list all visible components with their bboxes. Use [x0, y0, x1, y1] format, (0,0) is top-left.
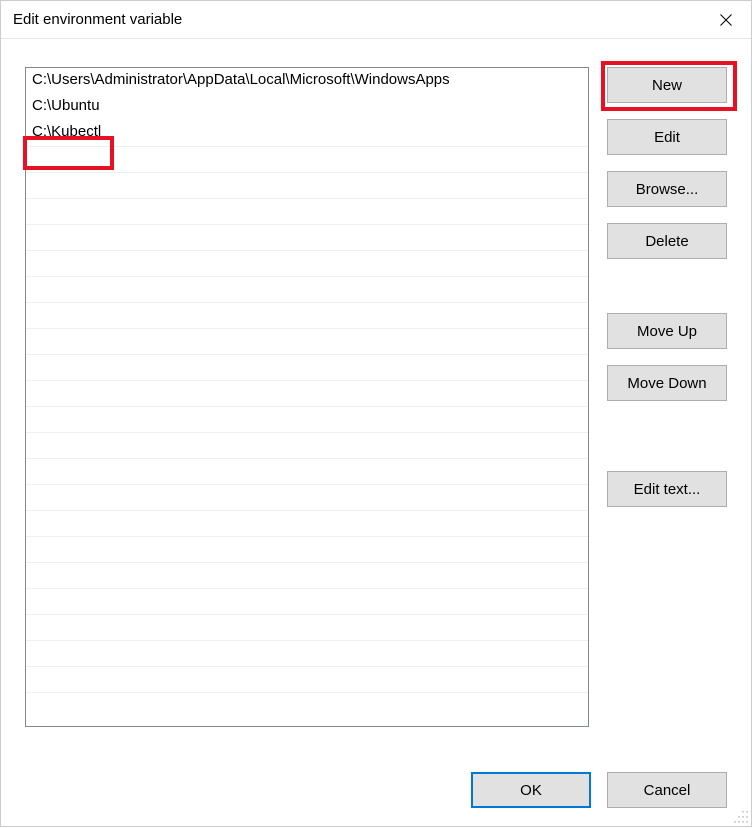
- list-empty-row[interactable]: [26, 536, 588, 562]
- path-listbox[interactable]: C:\Users\Administrator\AppData\Local\Mic…: [25, 67, 589, 727]
- main-row: C:\Users\Administrator\AppData\Local\Mic…: [25, 67, 727, 727]
- list-empty-row[interactable]: [26, 640, 588, 666]
- list-empty-row[interactable]: [26, 354, 588, 380]
- list-empty-row[interactable]: [26, 458, 588, 484]
- list-empty-row[interactable]: [26, 484, 588, 510]
- list-empty-row[interactable]: [26, 380, 588, 406]
- spacer: [607, 417, 727, 455]
- list-empty-row[interactable]: [26, 198, 588, 224]
- browse-button[interactable]: Browse...: [607, 171, 727, 207]
- list-empty-row[interactable]: [26, 328, 588, 354]
- list-empty-row[interactable]: [26, 276, 588, 302]
- list-empty-row[interactable]: [26, 250, 588, 276]
- side-button-column: New Edit Browse... Delete Move Up Move D…: [607, 67, 727, 727]
- list-empty-row[interactable]: [26, 692, 588, 718]
- dialog-content: C:\Users\Administrator\AppData\Local\Mic…: [1, 39, 751, 826]
- list-empty-row[interactable]: [26, 302, 588, 328]
- bottom-button-row: OK Cancel: [471, 772, 727, 808]
- list-empty-row[interactable]: [26, 432, 588, 458]
- window-title: Edit environment variable: [13, 11, 182, 28]
- cancel-button[interactable]: Cancel: [607, 772, 727, 808]
- list-empty-row[interactable]: [26, 224, 588, 250]
- edit-button[interactable]: Edit: [607, 119, 727, 155]
- list-empty-row[interactable]: [26, 666, 588, 692]
- list-empty-row[interactable]: [26, 406, 588, 432]
- new-button[interactable]: New: [607, 67, 727, 103]
- list-empty-row[interactable]: [26, 614, 588, 640]
- list-item[interactable]: C:\Ubuntu: [26, 94, 588, 120]
- ok-button[interactable]: OK: [471, 772, 591, 808]
- list-empty-row[interactable]: [26, 146, 588, 172]
- list-item[interactable]: C:\Users\Administrator\AppData\Local\Mic…: [26, 68, 588, 94]
- list-empty-row[interactable]: [26, 588, 588, 614]
- list-empty-row[interactable]: [26, 172, 588, 198]
- list-item[interactable]: C:\Kubectl: [26, 120, 588, 146]
- list-empty-row[interactable]: [26, 562, 588, 588]
- close-button[interactable]: [701, 1, 751, 39]
- move-down-button[interactable]: Move Down: [607, 365, 727, 401]
- close-icon: [720, 14, 732, 26]
- delete-button[interactable]: Delete: [607, 223, 727, 259]
- move-up-button[interactable]: Move Up: [607, 313, 727, 349]
- list-empty-row[interactable]: [26, 510, 588, 536]
- edit-text-button[interactable]: Edit text...: [607, 471, 727, 507]
- spacer: [607, 275, 727, 297]
- titlebar: Edit environment variable: [1, 1, 751, 39]
